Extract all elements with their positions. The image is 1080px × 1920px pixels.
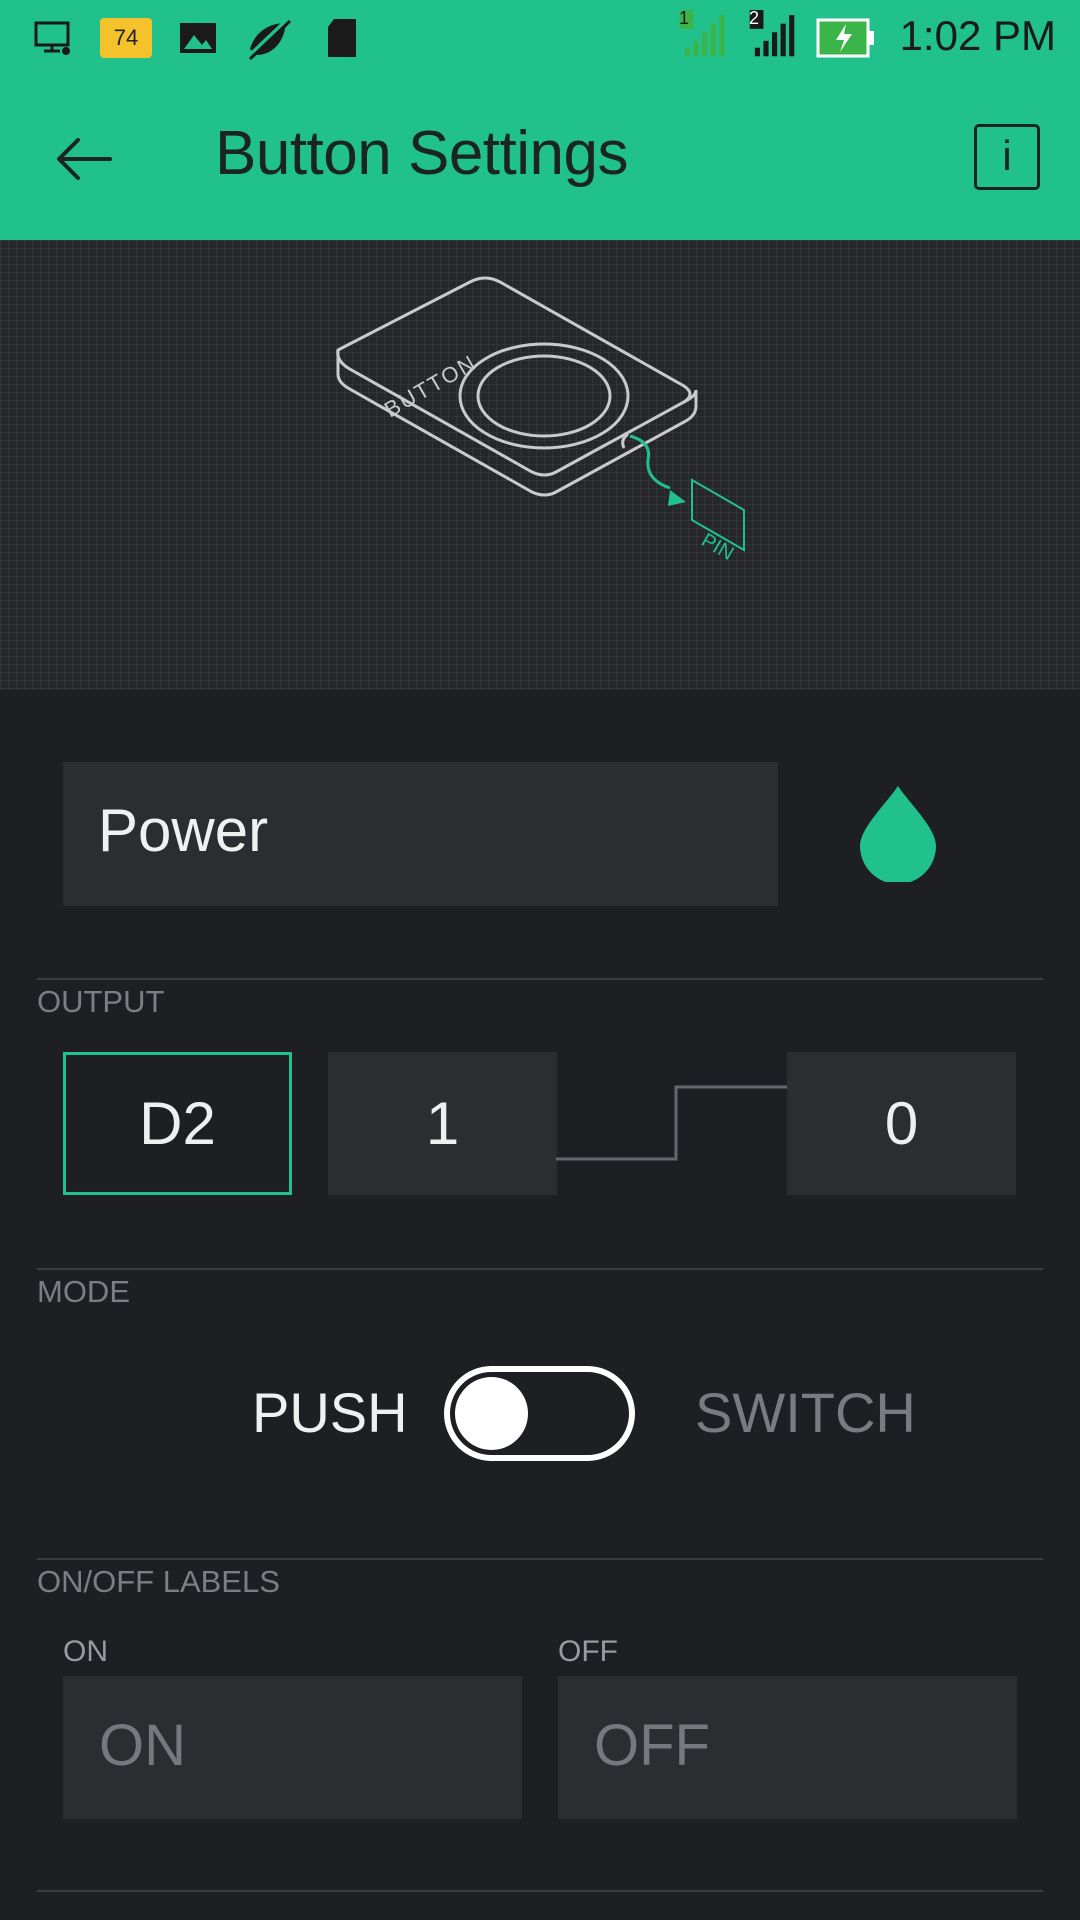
info-button[interactable]: i	[974, 124, 1040, 190]
button-device-illustration: BUTTON PIN	[336, 276, 745, 565]
color-picker-drop-icon[interactable]	[858, 784, 938, 882]
mode-toggle-switch[interactable]	[444, 1366, 635, 1461]
section-label-mode: MODE	[37, 1274, 130, 1309]
status-bar: 74 1 2 1:02 PM	[0, 0, 1080, 78]
divider-bottom	[37, 1890, 1043, 1892]
output-low-value[interactable]: 0	[787, 1052, 1016, 1195]
gallery-icon	[180, 23, 216, 53]
off-label-caption: OFF	[558, 1635, 618, 1668]
notification-badge-count: 74	[113, 25, 139, 50]
section-label-on-off: ON/OFF LABELS	[37, 1564, 280, 1599]
battery-charging-icon	[816, 18, 874, 58]
output-pin-selector[interactable]: D2	[63, 1052, 292, 1195]
off-label-placeholder: OFF	[594, 1713, 710, 1778]
divider-labels	[37, 1558, 1043, 1560]
back-arrow-icon[interactable]	[50, 124, 120, 194]
widget-illustration: BUTTON PIN	[0, 240, 1080, 690]
on-label-caption: ON	[63, 1635, 108, 1668]
sim1-label: 1	[679, 8, 690, 28]
divider-output	[37, 978, 1043, 980]
on-label-input[interactable]: ON	[63, 1676, 522, 1819]
pin-tag-label: PIN	[698, 529, 738, 565]
mode-push-label[interactable]: PUSH	[252, 1380, 408, 1445]
widget-name-value: Power	[98, 797, 269, 864]
section-label-output: OUTPUT	[37, 984, 165, 1019]
mute-icon	[246, 17, 292, 61]
screen-cast-icon	[34, 21, 70, 55]
notification-badge-icon: 74	[100, 18, 152, 58]
off-label-input[interactable]: OFF	[558, 1676, 1017, 1819]
app-bar: Button Settings i	[0, 78, 1080, 240]
toggle-knob	[455, 1377, 528, 1450]
divider-mode	[37, 1268, 1043, 1270]
page-title: Button Settings	[215, 119, 629, 188]
sim2-label: 2	[749, 8, 760, 28]
signal-step-graphic	[556, 1085, 788, 1161]
sd-card-icon	[328, 19, 356, 57]
on-label-placeholder: ON	[99, 1713, 186, 1778]
mode-switch-label[interactable]: SWITCH	[695, 1380, 916, 1445]
status-time: 1:02 PM	[899, 12, 1056, 59]
output-high-value[interactable]: 1	[328, 1052, 557, 1195]
widget-name-input[interactable]: Power	[63, 762, 778, 906]
device-label: BUTTON	[380, 350, 481, 423]
